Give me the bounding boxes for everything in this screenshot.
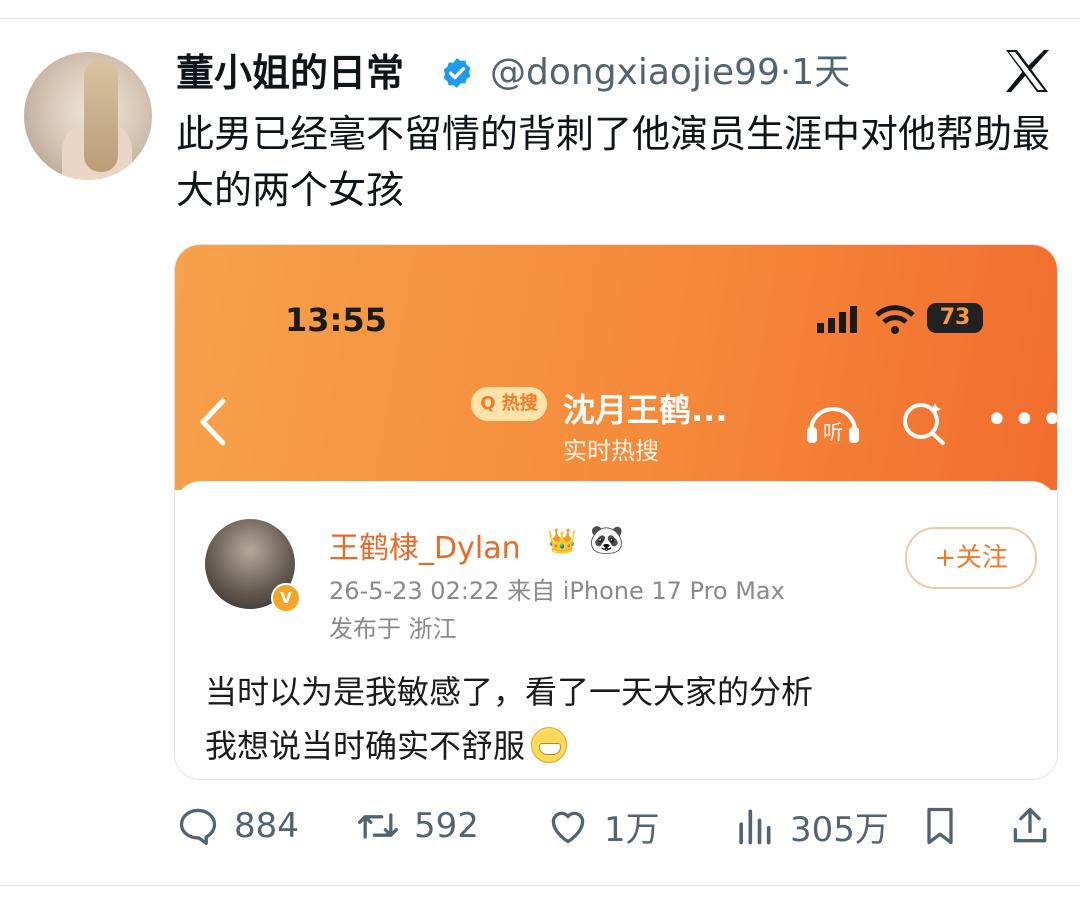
post-text-line1: 当时以为是我敏感了，看了一天大家的分析	[205, 673, 814, 711]
search-icon[interactable]	[899, 397, 949, 447]
status-time: 13:55	[285, 301, 387, 339]
post-meta-location: 发布于 浙江	[329, 615, 457, 643]
follow-button[interactable]: +关注	[905, 527, 1037, 589]
more-icon[interactable]: •••	[985, 400, 1057, 440]
post-time: ·1天	[779, 52, 851, 93]
author-handle[interactable]: @dongxiaojie99·1天	[490, 48, 850, 98]
grin-emoji-icon	[531, 727, 568, 763]
embedded-image[interactable]: 13:55 73 Q 热搜 沈月王鹤... 实时热搜 听 •••	[174, 244, 1058, 780]
author-avatar[interactable]	[24, 52, 152, 180]
views-button[interactable]: 305万	[732, 800, 889, 852]
like-count: 1万	[604, 809, 660, 850]
battery-indicator: 73	[927, 303, 983, 333]
weibo-header: 13:55 73 Q 热搜 沈月王鹤... 实时热搜 听 •••	[175, 245, 1057, 490]
retweet-icon	[358, 813, 398, 839]
listen-icon[interactable]: 听	[803, 397, 863, 447]
svg-text:听: 听	[823, 420, 843, 444]
hot-search-badge: Q 热搜	[471, 387, 547, 421]
verified-icon	[443, 58, 471, 88]
bottom-divider	[0, 885, 1080, 886]
tweet-action-bar: 884 592 1万 305万	[0, 800, 1080, 852]
back-arrow-icon[interactable]	[197, 397, 229, 447]
post-meta-date-device: 26-5-23 02:22 来自 iPhone 17 Pro Max	[329, 577, 785, 605]
views-icon	[739, 809, 771, 845]
tweet-text: 此男已经毫不留情的背刺了他演员生涯中对他帮助最大的两个女孩	[176, 112, 1051, 212]
top-divider	[0, 18, 1080, 19]
wifi-icon	[875, 305, 915, 334]
signal-icon	[817, 306, 857, 333]
bookmark-button[interactable]	[918, 800, 962, 852]
retweet-button[interactable]: 592	[356, 800, 479, 852]
like-button[interactable]: 1万	[546, 800, 660, 852]
author-name[interactable]: 董小姐的日常	[176, 48, 404, 98]
retweet-count: 592	[414, 806, 479, 846]
verified-v-badge: V	[271, 583, 301, 613]
share-button[interactable]	[1008, 800, 1052, 852]
reply-icon	[179, 808, 217, 846]
weibo-username[interactable]: 王鹤棣_Dylan	[329, 523, 521, 567]
post-text-line2-wrap: 我想说当时确实不舒服	[205, 719, 1005, 773]
post-text-line2: 我想说当时确实不舒服	[205, 727, 526, 765]
crown-icon: 👑	[547, 527, 577, 555]
bookmark-icon	[927, 807, 953, 845]
handle-text: @dongxiaojie99	[490, 52, 780, 93]
topic-title: 沈月王鹤...	[563, 391, 728, 429]
x-logo-icon[interactable]	[1000, 46, 1054, 96]
weibo-post-text: 当时以为是我敏感了，看了一天大家的分析 我想说当时确实不舒服	[205, 665, 1005, 773]
reply-button[interactable]: 884	[176, 800, 299, 852]
share-icon	[1013, 807, 1047, 843]
views-count: 305万	[790, 809, 889, 850]
reply-count: 884	[234, 806, 299, 846]
weibo-post: V 王鹤棣_Dylan 👑 🐼 +关注 26-5-23 02:22 来自 iPh…	[175, 481, 1057, 779]
like-icon	[551, 811, 585, 844]
topic-subtitle: 实时热搜	[563, 437, 659, 465]
panda-icon: 🐼	[589, 523, 624, 556]
